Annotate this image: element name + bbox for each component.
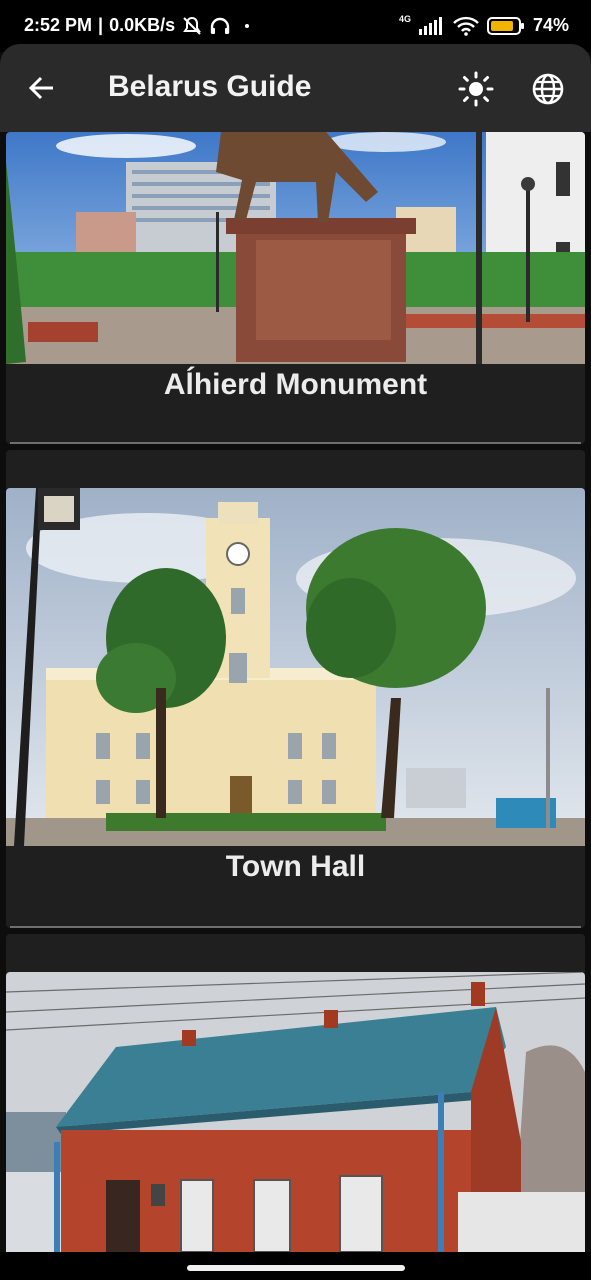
place-photo-town-hall (6, 488, 585, 846)
place-photo (6, 132, 585, 364)
status-right: 4G 74% (398, 13, 569, 36)
home-gesture-handle[interactable] (187, 1265, 405, 1271)
place-photo (6, 972, 585, 1252)
arrow-left-icon (28, 76, 53, 100)
back-button[interactable] (22, 68, 62, 108)
theme-toggle-button[interactable] (455, 68, 497, 110)
place-photo (6, 488, 585, 846)
app-title: Belarus Guide (108, 70, 312, 103)
status-speed: 0.0KB/s (109, 15, 176, 35)
status-time: 2:52 PM (24, 15, 93, 35)
place-photo-monument (6, 132, 585, 364)
places-list[interactable]: Aĺhierd Monument Town Hall (0, 132, 591, 1252)
place-card[interactable]: Town Hall (6, 450, 585, 928)
place-card[interactable]: Aĺhierd Monument (6, 132, 585, 444)
card-divider (10, 926, 581, 928)
headphones-icon (210, 17, 230, 34)
notification-dot (245, 23, 250, 28)
status-separator: | (98, 15, 104, 35)
battery-percent: 74% (532, 15, 569, 35)
network-type: 4G (398, 13, 411, 24)
place-photo-red-house (6, 972, 585, 1252)
language-button[interactable] (527, 68, 569, 110)
globe-icon (532, 73, 564, 105)
status-left: 2:52 PM | 0.0KB/s (24, 15, 250, 36)
wifi-icon (453, 16, 479, 36)
battery-icon (486, 16, 524, 35)
signal-icon (418, 16, 442, 35)
bell-off-icon (183, 16, 201, 35)
navigation-bar (0, 1252, 591, 1280)
place-title: Town Hall (225, 850, 366, 883)
place-title: Aĺhierd Monument (163, 368, 428, 401)
card-divider (10, 442, 581, 444)
app-bar: Belarus Guide (0, 44, 591, 132)
place-card[interactable] (6, 934, 585, 1252)
sun-icon (458, 71, 494, 107)
